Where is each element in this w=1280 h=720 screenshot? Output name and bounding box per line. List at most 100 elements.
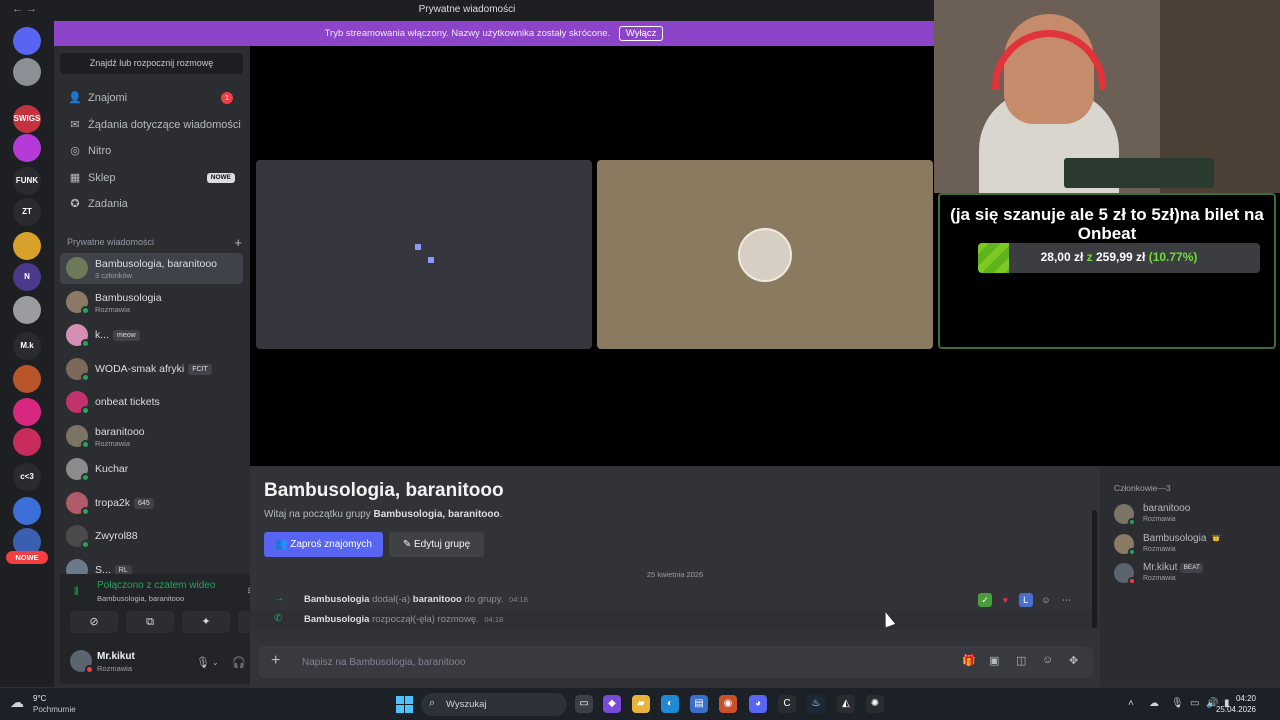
weather-temp[interactable]: 9°C [33,694,46,703]
server-icon[interactable]: c<3 [13,463,41,491]
app-gear-icon[interactable]: ✺ [866,695,884,713]
message-input[interactable] [302,653,902,671]
edge-icon[interactable]: ◐ [661,695,679,713]
cloud-weather-icon[interactable]: ☁ [10,694,24,711]
mic-chevron-icon[interactable]: ⌄ [212,658,219,667]
heart-reaction-icon[interactable]: ♥ [998,593,1012,607]
camera-off-button[interactable]: ⊘ [70,611,118,633]
store-icon[interactable]: ▤ [690,695,708,713]
gift-icon[interactable]: 🎁 [962,654,976,667]
dm-name-text: Kuchar [95,463,129,475]
create-dm-plus-icon[interactable]: + [234,235,242,250]
server-icon[interactable] [13,134,41,162]
server-icon[interactable]: N [13,263,41,291]
activities-button[interactable]: ✦ [182,611,230,633]
server-icon[interactable]: M.k [13,332,41,360]
checkmark-reaction-icon[interactable]: ✓ [978,593,992,607]
dm-name-text: k... [95,329,110,341]
system-message[interactable]: → Bambusologia dodał(-a) baranitooo do gr… [250,590,1100,610]
user-avatar[interactable] [70,650,94,674]
nav-item-zadania[interactable]: ✪ Zadania [60,192,243,216]
server-icon[interactable] [13,497,41,525]
username[interactable]: Mr.kikut [97,651,135,662]
server-icon[interactable] [13,27,41,55]
find-conversation-button[interactable]: Znajdź lub rozpocznij rozmowę [60,53,243,74]
app-orange-icon[interactable]: ◉ [719,695,737,713]
file-explorer-icon[interactable]: ▰ [632,695,650,713]
dm-list-item[interactable]: Kuchar [60,454,243,485]
video-tile-loading[interactable] [256,160,592,349]
server-icon[interactable] [13,398,41,426]
app-c-icon[interactable]: C [778,695,796,713]
screen-share-button[interactable]: ⧉ [126,611,174,633]
attach-plus-icon[interactable]: + [271,652,280,670]
server-icon[interactable]: ZT [13,198,41,226]
nav-item-sklep[interactable]: ▦ Sklep NOWE [60,166,243,190]
member-item[interactable]: Bambusologia 👑 Rozmawia [1108,530,1274,558]
sticker-icon[interactable]: ◫ [1016,654,1026,667]
l-reaction-icon[interactable]: L [1018,593,1033,607]
mic-tray-icon[interactable]: 🎙 [1171,698,1184,709]
emoji-icon[interactable]: ☺ [1042,654,1053,666]
invite-label: Zaproś znajomych [290,539,372,550]
signal-icon[interactable]: ⫴ [74,586,79,599]
server-icon[interactable]: FUNK [13,167,41,195]
server-icon[interactable] [13,232,41,260]
server-icon[interactable] [13,58,41,86]
avatar [1114,563,1136,585]
server-icon[interactable] [13,428,41,456]
member-item[interactable]: baranitooo Rozmawia [1108,500,1274,528]
clock-time[interactable]: 04:20 [1236,694,1256,703]
app-cat-icon[interactable]: ◭ [837,695,855,713]
copilot-icon[interactable]: ◆ [603,695,621,713]
disable-streamer-mode-button[interactable]: Wyłącz [618,26,664,41]
mic-icon[interactable]: 🎙 [196,656,210,669]
onedrive-icon[interactable]: ☁ [1149,698,1159,709]
dm-list-item[interactable]: baranitooo Rozmawia [60,421,243,452]
windows-start-icon[interactable] [396,696,413,713]
dm-list-item[interactable]: Zwyrol88 [60,521,243,552]
headphones-icon[interactable]: 🎧 [232,656,246,669]
edit-group-button[interactable]: ✎ Edytuj grupę [389,532,484,557]
donation-goal-title: (ja się szanuje ale 5 zł to 5zł)na bilet… [950,205,1264,243]
more-options-icon[interactable]: ⋯ [1059,593,1073,607]
nav-item-nitro[interactable]: ◎ Nitro [60,139,243,163]
message-target[interactable]: baranitooo [413,594,462,605]
voice-group-name[interactable]: Bambusologia, baranitooo [97,594,184,603]
tray-chevron-icon[interactable]: ˄ [1128,698,1134,709]
gif-icon[interactable]: ▣ [989,654,999,667]
dm-list-item[interactable]: Bambusologia, baranitooo 3 członków [60,253,243,284]
nav-item-znajomi[interactable]: 👤 Znajomi 1 [60,86,243,110]
windows-taskbar: ☁ 9°C Pochmurnie ⌕ Wyszukaj ▭ ◆ ▰ ◐ ▤ ◉ … [0,687,1280,720]
system-message[interactable]: ✆ Bambusologia rozpoczął(-ęła) rozmowę. 0… [250,610,1100,630]
apps-icon[interactable]: ✥ [1069,654,1078,667]
rail-new-pill[interactable]: NOWE [6,551,48,564]
steam-icon[interactable]: ♨ [807,695,825,713]
chat-scrollbar[interactable] [1092,510,1097,628]
message-action: rozpoczął(-ęła) rozmowę. [372,614,479,625]
dm-list-item[interactable]: Bambusologia Rozmawia [60,287,243,318]
member-name: Bambusologia 👑 [1143,533,1223,544]
weather-desc[interactable]: Pochmurnie [33,705,76,714]
video-tile-participant[interactable] [597,160,933,349]
dm-list-item[interactable]: WODA-smak afryki FCIT [60,354,243,385]
dm-list-item[interactable]: k... meow [60,320,243,351]
member-item[interactable]: Mr.kikut BEAT Rozmawia [1108,559,1274,587]
dm-list-item[interactable]: tropa2k 645 [60,488,243,519]
avatar [1114,504,1136,526]
task-view-icon[interactable]: ▭ [575,695,593,713]
clock-date[interactable]: 25.04.2026 [1216,705,1256,714]
member-name-text: Bambusologia [1143,532,1207,544]
message-author[interactable]: Bambusologia [304,594,369,605]
dm-list-item[interactable]: onbeat tickets [60,387,243,418]
taskbar-search[interactable]: ⌕ Wyszukaj [421,693,567,716]
server-icon[interactable]: SWIGS [13,105,41,133]
discord-taskbar-icon[interactable]: ◕ [749,695,767,713]
nav-item-żądania[interactable]: ✉ Żądania dotyczące wiadomości [60,113,243,137]
message-author[interactable]: Bambusologia [304,614,369,625]
server-icon[interactable] [13,296,41,324]
invite-friends-button[interactable]: 👥 Zaproś znajomych [264,532,383,557]
display-icon[interactable]: ▭ [1190,698,1199,709]
server-icon[interactable] [13,365,41,393]
add-reaction-icon[interactable]: ☺ [1039,593,1053,607]
